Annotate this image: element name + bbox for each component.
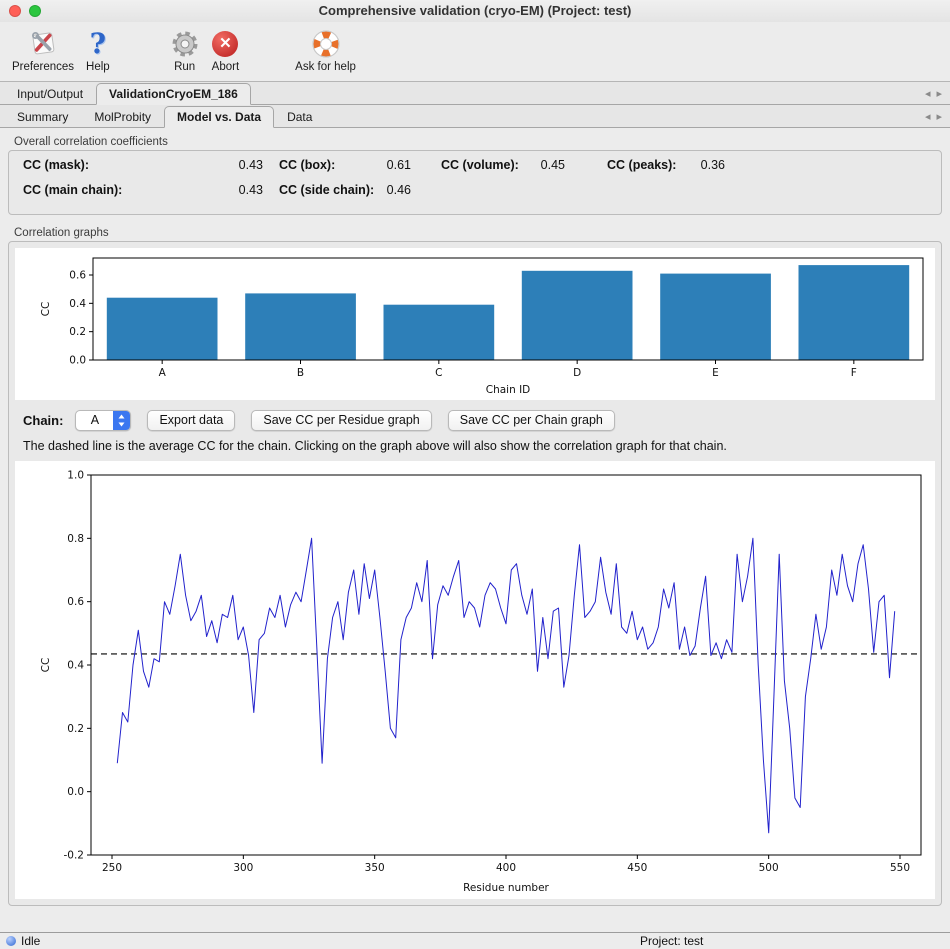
ask-for-help-button[interactable]: Ask for help (289, 26, 362, 75)
status-dot-icon (6, 936, 16, 946)
cc-side-chain-value: 0.46 (375, 183, 411, 197)
status-text: Idle (21, 934, 40, 948)
primary-tab-scroll: ◂ ▸ (925, 87, 946, 104)
cc-main-chain-value: 0.43 (181, 183, 263, 197)
svg-text:0.0: 0.0 (69, 355, 86, 367)
chain-label: Chain: (23, 413, 63, 428)
chain-select[interactable]: A (75, 410, 131, 431)
window-title: Comprehensive validation (cryo-EM) (Proj… (0, 0, 950, 22)
tab-data[interactable]: Data (274, 106, 325, 127)
cc-volume-label: CC (volume): (441, 158, 529, 172)
cc-per-chain-chart[interactable]: 0.0 0.2 0.4 0.6 A B C D E F Chain ID CC (15, 248, 935, 400)
chain-controls: Chain: A Export data Save CC per Residue… (23, 409, 933, 431)
svg-text:CC: CC (40, 658, 52, 673)
run-button[interactable]: Run (164, 26, 206, 75)
cc-mask-value: 0.43 (181, 158, 263, 172)
svg-text:-0.2: -0.2 (64, 850, 85, 862)
help-label: Help (86, 61, 110, 73)
svg-text:0.2: 0.2 (69, 326, 86, 338)
tab-input-output[interactable]: Input/Output (4, 83, 96, 104)
preferences-label: Preferences (12, 61, 74, 73)
help-icon: ? (90, 28, 106, 60)
secondary-tab-scroll: ◂ ▸ (925, 110, 946, 127)
abort-label: Abort (212, 61, 240, 73)
svg-text:400: 400 (496, 862, 516, 874)
svg-text:C: C (435, 367, 442, 379)
cc-per-residue-chart: -0.2 0.0 0.2 0.4 0.6 0.8 1.0 250 300 350 400 450 500… (15, 461, 935, 899)
run-label: Run (174, 61, 195, 73)
chevron-up-down-icon (113, 411, 130, 430)
svg-text:0.4: 0.4 (67, 660, 84, 672)
svg-text:0.8: 0.8 (67, 533, 84, 545)
cc-peaks-value: 0.36 (689, 158, 725, 172)
correlation-graphs-section-title: Correlation graphs (14, 227, 942, 239)
export-data-button[interactable]: Export data (147, 410, 235, 431)
svg-text:Residue number: Residue number (463, 882, 549, 894)
chart-help-text: The dashed line is the average CC for th… (23, 439, 933, 453)
tab-molprobity[interactable]: MolProbity (81, 106, 164, 127)
svg-text:300: 300 (233, 862, 253, 874)
svg-text:0.4: 0.4 (69, 298, 86, 310)
svg-text:CC: CC (40, 302, 52, 317)
svg-text:0.6: 0.6 (69, 270, 86, 282)
preferences-icon (26, 28, 60, 60)
svg-text:B: B (297, 367, 304, 379)
status-bar: Idle Project: test (0, 932, 950, 949)
main-content: Overall correlation coefficients CC (mas… (0, 128, 950, 906)
cc-box-value: 0.61 (375, 158, 411, 172)
svg-text:Chain ID: Chain ID (486, 384, 531, 396)
close-button[interactable] (9, 5, 21, 17)
ask-for-help-label: Ask for help (295, 61, 356, 73)
cc-box-label: CC (box): (279, 158, 375, 172)
zoom-button[interactable] (29, 5, 41, 17)
svg-text:E: E (712, 367, 719, 379)
svg-text:1.0: 1.0 (67, 470, 84, 482)
save-cc-per-chain-button[interactable]: Save CC per Chain graph (448, 410, 615, 431)
svg-text:250: 250 (102, 862, 122, 874)
tab-model-vs-data[interactable]: Model vs. Data (164, 106, 274, 128)
tab-scroll-right-icon[interactable]: ▸ (936, 110, 942, 123)
tab-validationcryoem-186[interactable]: ValidationCryoEM_186 (96, 83, 251, 105)
lifebuoy-icon (311, 28, 341, 60)
cc-main-chain-label: CC (main chain): (23, 183, 181, 197)
primary-tabbar: Input/Output ValidationCryoEM_186 ◂ ▸ (0, 82, 950, 105)
cc-peaks-label: CC (peaks): (607, 158, 689, 172)
gear-icon (170, 28, 200, 60)
overall-cc-section-title: Overall correlation coefficients (14, 136, 942, 148)
cc-side-chain-label: CC (side chain): (279, 183, 375, 197)
svg-text:0.2: 0.2 (67, 723, 84, 735)
cc-row-2: CC (main chain): 0.43 CC (side chain): 0… (23, 183, 927, 208)
svg-text:500: 500 (759, 862, 779, 874)
tab-scroll-left-icon[interactable]: ◂ (925, 110, 931, 123)
svg-text:0.0: 0.0 (67, 786, 84, 798)
cc-volume-value: 0.45 (529, 158, 565, 172)
tab-scroll-left-icon[interactable]: ◂ (925, 87, 931, 100)
svg-text:450: 450 (627, 862, 647, 874)
correlation-graphs-box: 0.0 0.2 0.4 0.6 A B C D E F Chain ID CC Chain: A Ex… (8, 241, 942, 906)
help-button[interactable]: ? Help (80, 26, 116, 75)
abort-button[interactable]: ✕ Abort (206, 26, 246, 75)
tab-summary[interactable]: Summary (4, 106, 81, 127)
overall-cc-box: CC (mask): 0.43 CC (box): 0.61 CC (volum… (8, 150, 942, 215)
tab-scroll-right-icon[interactable]: ▸ (936, 87, 942, 100)
secondary-tabbar: Summary MolProbity Model vs. Data Data ◂… (0, 105, 950, 128)
preferences-button[interactable]: Preferences (6, 26, 80, 75)
save-cc-per-residue-button[interactable]: Save CC per Residue graph (251, 410, 431, 431)
svg-text:D: D (573, 367, 581, 379)
chain-select-value: A (76, 411, 113, 430)
toolbar: Preferences ? Help Run ✕ Abort (0, 22, 950, 82)
project-label: Project: test (640, 934, 703, 948)
svg-text:550: 550 (890, 862, 910, 874)
cc-row-1: CC (mask): 0.43 CC (box): 0.61 CC (volum… (23, 158, 927, 183)
svg-text:0.6: 0.6 (67, 596, 84, 608)
window-controls (9, 5, 41, 17)
svg-text:F: F (851, 367, 857, 379)
svg-text:A: A (159, 367, 167, 379)
abort-icon: ✕ (212, 28, 238, 60)
svg-text:350: 350 (365, 862, 385, 874)
cc-mask-label: CC (mask): (23, 158, 181, 172)
titlebar: Comprehensive validation (cryo-EM) (Proj… (0, 0, 950, 22)
